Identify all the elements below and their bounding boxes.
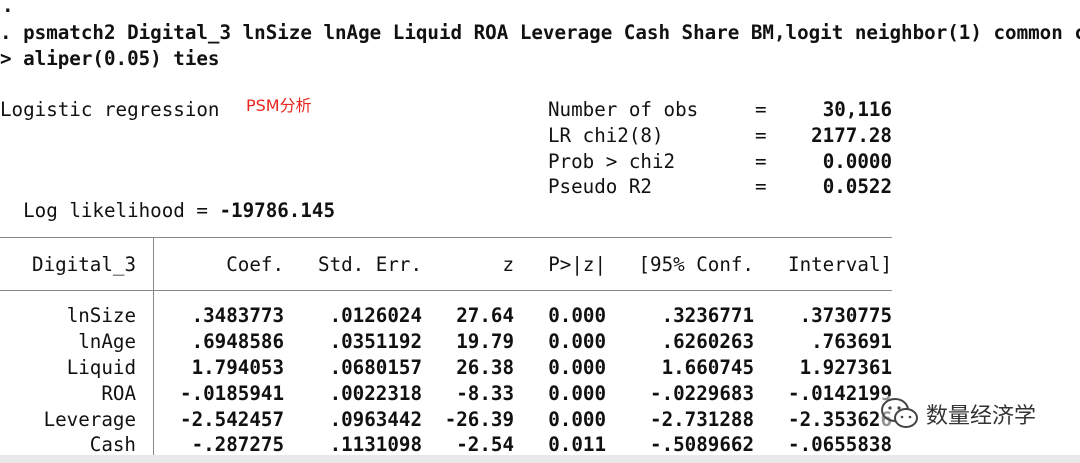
stat-value: 2177.28	[811, 124, 892, 147]
stat-value: 30,116	[822, 98, 892, 121]
table-header-rule	[0, 290, 892, 291]
table-cell: 0.000	[548, 356, 606, 379]
table-cell: -.0655838	[788, 433, 892, 456]
table-cell: 1.794053	[191, 356, 284, 379]
table-cell: .3730775	[799, 304, 892, 327]
command-line-1: . psmatch2 Digital_3 lnSize lnAge Liquid…	[0, 21, 1080, 44]
stat-equals: =	[755, 150, 767, 173]
stat-equals: =	[755, 98, 767, 121]
watermark-text: 数量经济学	[926, 404, 1037, 429]
table-cell: 1.660745	[661, 356, 754, 379]
table-cell: -2.542457	[180, 408, 284, 431]
command-line-2: > aliper(0.05) ties	[0, 47, 220, 70]
row-variable-name: lnAge	[78, 330, 136, 353]
stat-equals: =	[755, 124, 767, 147]
table-cell: -2.731288	[650, 408, 754, 431]
row-variable-name: Leverage	[43, 408, 136, 431]
stat-label: Prob > chi2	[548, 150, 676, 173]
table-cell: .3483773	[191, 304, 284, 327]
stat-value: 0.0000	[822, 150, 892, 173]
stat-label: Number of obs	[548, 98, 699, 121]
table-cell: -2.54	[456, 433, 514, 456]
table-cell: .6260263	[661, 330, 754, 353]
log-likelihood-label: Log likelihood =	[23, 199, 220, 222]
row-variable-name: Cash	[89, 433, 136, 456]
bottom-scrollbar[interactable]	[0, 455, 1080, 463]
table-cell: 27.64	[456, 304, 514, 327]
table-cell: 0.011	[548, 433, 606, 456]
stat-equals: =	[755, 175, 767, 198]
dependent-variable-header: Digital_3	[32, 253, 136, 276]
table-cell: .0022318	[329, 382, 422, 405]
column-header: Coef.	[226, 253, 284, 276]
table-cell: .6948586	[191, 330, 284, 353]
watermark: 数量经济学	[880, 396, 1037, 432]
table-cell: 1.927361	[799, 356, 892, 379]
table-cell: -.5089662	[650, 433, 754, 456]
column-header: z	[502, 253, 514, 276]
table-cell: .0351192	[329, 330, 422, 353]
table-cell: 0.000	[548, 330, 606, 353]
table-cell: 0.000	[548, 408, 606, 431]
table-cell: 26.38	[456, 356, 514, 379]
table-cell: .3236771	[661, 304, 754, 327]
table-cell: -8.33	[456, 382, 514, 405]
log-likelihood-value: -19786.145	[219, 199, 336, 222]
table-cell: -.287275	[191, 433, 284, 456]
table-cell: .1131098	[329, 433, 422, 456]
stat-value: 0.0522	[822, 175, 892, 198]
stat-label: Pseudo R2	[548, 175, 652, 198]
column-header: [95% Conf.	[638, 253, 754, 276]
table-cell: 0.000	[548, 382, 606, 405]
stat-label: LR chi2(8)	[548, 124, 664, 147]
table-cell: -2.353626	[788, 408, 892, 431]
row-variable-name: Liquid	[66, 356, 136, 379]
table-cell: 19.79	[456, 330, 514, 353]
column-header: P>|z|	[548, 253, 606, 276]
regression-title: Logistic regression	[0, 98, 220, 121]
prompt-dot: .	[2, 0, 14, 17]
table-cell: .0680157	[329, 356, 422, 379]
table-cell: -.0229683	[650, 382, 754, 405]
column-header: Interval]	[788, 253, 892, 276]
table-cell: .0963442	[329, 408, 422, 431]
row-variable-name: ROA	[101, 382, 136, 405]
log-likelihood: Log likelihood = -19786.145	[0, 175, 335, 223]
table-cell: -.0142199	[788, 382, 892, 405]
table-cell: 0.000	[548, 304, 606, 327]
table-cell: .763691	[811, 330, 892, 353]
table-top-rule	[0, 237, 892, 238]
table-cell: -26.39	[444, 408, 514, 431]
wechat-icon	[881, 398, 918, 428]
psm-annotation: PSM分析	[246, 96, 312, 115]
table-cell: -.0185941	[180, 382, 284, 405]
table-cell: .0126024	[329, 304, 422, 327]
column-header: Std. Err.	[318, 253, 422, 276]
row-variable-name: lnSize	[66, 304, 136, 327]
